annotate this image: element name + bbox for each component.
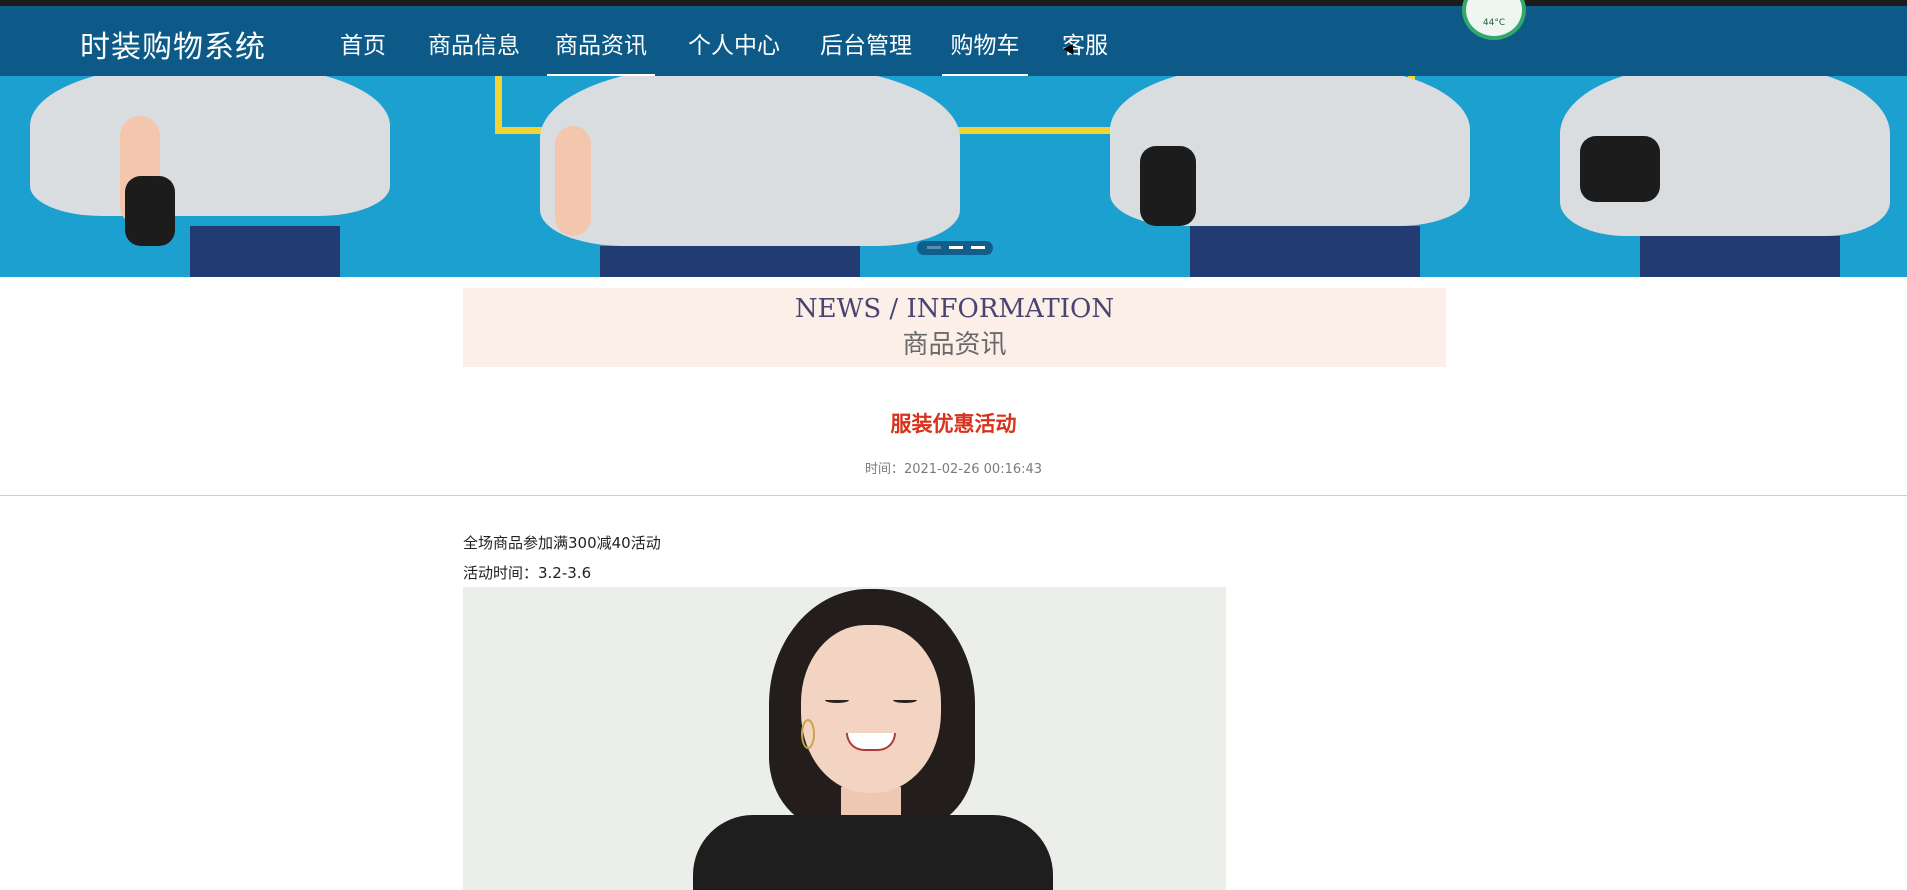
section-title-en: NEWS / INFORMATION xyxy=(794,294,1115,324)
divider xyxy=(0,495,1907,496)
banner-model-jeans xyxy=(1640,236,1840,277)
nav-news[interactable]: 商品资讯 xyxy=(547,26,655,77)
banner-model-jeans xyxy=(1190,226,1420,277)
nav-cart[interactable]: 购物车 xyxy=(942,26,1028,77)
model-tshirt xyxy=(693,815,1053,890)
banner-model-shirt xyxy=(30,76,390,216)
carousel-dot-2[interactable] xyxy=(949,246,963,249)
earring-icon xyxy=(801,719,815,749)
clutch-bag-icon xyxy=(1140,146,1196,226)
banner-carousel[interactable] xyxy=(0,76,1907,277)
article-title: 服装优惠活动 xyxy=(890,412,1017,436)
temperature-readout: 44°C xyxy=(1482,18,1506,28)
banner-model-shirt xyxy=(540,76,960,246)
section-header: NEWS / INFORMATION 商品资讯 xyxy=(463,288,1446,367)
clutch-bag-icon xyxy=(125,176,175,246)
site-brand[interactable]: 时装购物系统 xyxy=(80,22,266,66)
model-eye xyxy=(893,697,917,703)
carousel-dot-3[interactable] xyxy=(971,246,985,249)
nav-products[interactable]: 商品信息 xyxy=(428,26,520,76)
clutch-bag-icon xyxy=(1580,136,1660,202)
navbar: 时装购物系统 首页 商品信息 商品资讯 个人中心 后台管理 购物车 客服 xyxy=(0,6,1907,77)
model-eye xyxy=(825,697,849,703)
article-time-label: 时间： xyxy=(864,462,904,477)
banner-model-arm xyxy=(555,126,591,236)
nav-admin[interactable]: 后台管理 xyxy=(820,26,912,76)
model-face xyxy=(801,625,941,793)
nav-personal-center[interactable]: 个人中心 xyxy=(688,26,780,76)
article-time: 时间：2021-02-26 00:16:43 xyxy=(0,458,1907,477)
carousel-dot-1[interactable] xyxy=(927,246,941,249)
article-time-value: 2021-02-26 00:16:43 xyxy=(903,462,1043,477)
article-image xyxy=(463,587,1226,890)
article-content-line: 全场商品参加满300减40活动 xyxy=(463,534,661,552)
carousel-indicators xyxy=(917,241,993,255)
section-title-cn: 商品资讯 xyxy=(902,330,1007,360)
page: 时装购物系统 首页 商品信息 商品资讯 个人中心 后台管理 购物车 客服 44°… xyxy=(0,0,1907,890)
nav-home[interactable]: 首页 xyxy=(340,26,386,76)
banner-model-jeans xyxy=(600,246,860,277)
banner-model-jeans xyxy=(190,226,340,277)
article-content-line: 活动时间：3.2-3.6 xyxy=(463,564,592,582)
